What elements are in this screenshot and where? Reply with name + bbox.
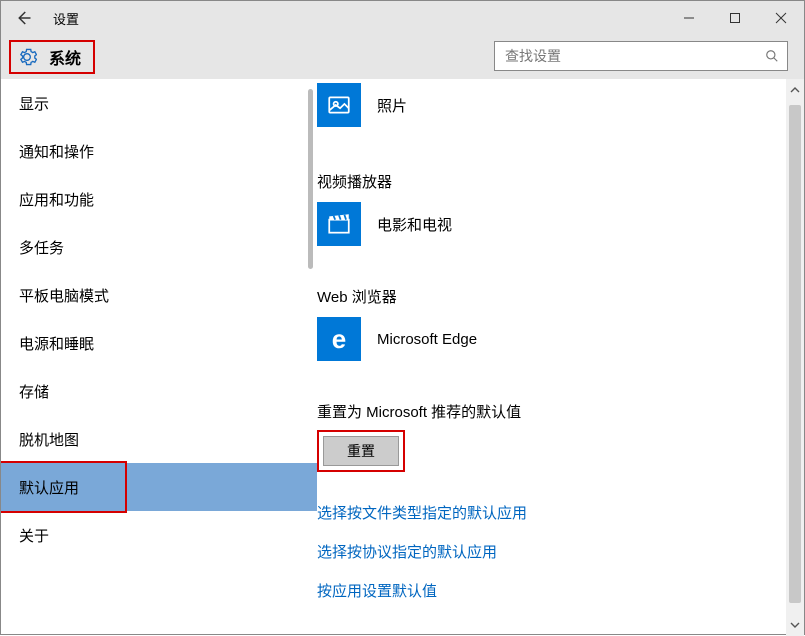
link-by-filetype[interactable]: 选择按文件类型指定的默认应用: [317, 502, 786, 523]
chevron-up-icon: [790, 85, 800, 95]
sidebar-scrollbar-thumb[interactable]: [308, 89, 313, 269]
photos-tile-icon: [317, 83, 361, 127]
search-box[interactable]: [494, 41, 788, 71]
sidebar-item-label: 默认应用: [19, 477, 79, 498]
edge-tile-icon: e: [317, 317, 361, 361]
default-app-photos-label: 照片: [377, 95, 407, 116]
default-app-web-label: Microsoft Edge: [377, 331, 477, 348]
back-button[interactable]: [1, 1, 45, 35]
link-by-protocol[interactable]: 选择按协议指定的默认应用: [317, 541, 786, 562]
sidebar-item-multitasking[interactable]: 多任务: [1, 223, 317, 271]
sidebar-item-label: 显示: [19, 93, 49, 114]
sidebar-scrollbar[interactable]: [305, 79, 317, 636]
reset-button[interactable]: 重置: [323, 436, 399, 466]
system-label: 系统: [49, 45, 81, 69]
minimize-button[interactable]: [666, 1, 712, 35]
sidebar-item-storage[interactable]: 存储: [1, 367, 317, 415]
header-row: 系统: [1, 35, 804, 79]
sidebar-item-offline-maps[interactable]: 脱机地图: [1, 415, 317, 463]
sidebar: 显示 通知和操作 应用和功能 多任务 平板电脑模式 电源和睡眠 存储 脱机地图 …: [1, 79, 317, 636]
sidebar-item-tablet-mode[interactable]: 平板电脑模式: [1, 271, 317, 319]
maximize-icon: [729, 12, 741, 24]
arrow-left-icon: [14, 9, 32, 27]
maximize-button[interactable]: [712, 1, 758, 35]
search-icon: [765, 49, 779, 63]
search-input[interactable]: [503, 47, 765, 65]
section-label-video: 视频播放器: [317, 171, 786, 192]
link-by-app-label: 按应用设置默认值: [317, 583, 437, 600]
content-scrollbar-thumb[interactable]: [789, 105, 801, 603]
sidebar-item-label: 电源和睡眠: [19, 333, 94, 354]
window-controls: [666, 1, 804, 35]
sidebar-item-display[interactable]: 显示: [1, 79, 317, 127]
sidebar-item-label: 存储: [19, 381, 49, 402]
highlight-box-reset: 重置: [317, 430, 405, 472]
close-button[interactable]: [758, 1, 804, 35]
section-label-web: Web 浏览器: [317, 286, 786, 307]
sidebar-item-label: 平板电脑模式: [19, 285, 109, 306]
content-scrollbar[interactable]: [786, 79, 804, 636]
sidebar-item-power-sleep[interactable]: 电源和睡眠: [1, 319, 317, 367]
sidebar-item-label: 通知和操作: [19, 141, 94, 162]
default-app-video[interactable]: 电影和电视: [317, 202, 786, 246]
scroll-down-button[interactable]: [786, 616, 804, 634]
sidebar-item-label: 多任务: [19, 237, 64, 258]
sidebar-item-label: 关于: [19, 525, 49, 546]
minimize-icon: [683, 12, 695, 24]
default-app-photos[interactable]: 照片: [317, 83, 786, 127]
sidebar-item-label: 应用和功能: [19, 189, 94, 210]
reset-section-label: 重置为 Microsoft 推荐的默认值: [317, 401, 786, 422]
default-app-video-label: 电影和电视: [377, 214, 452, 235]
link-by-app[interactable]: 按应用设置默认值: [317, 580, 786, 601]
chevron-down-icon: [790, 620, 800, 630]
sidebar-item-about[interactable]: 关于: [1, 511, 317, 559]
reset-button-label: 重置: [347, 441, 375, 461]
sidebar-item-label: 脱机地图: [19, 429, 79, 450]
link-by-filetype-label: 选择按文件类型指定的默认应用: [317, 505, 527, 522]
content-pane: 照片 视频播放器 电影和电视 Web 浏览器 e Microsoft Edge …: [317, 79, 804, 636]
close-icon: [775, 12, 787, 24]
gear-icon: [17, 47, 37, 67]
window-title: 设置: [45, 9, 79, 28]
sidebar-item-notifications[interactable]: 通知和操作: [1, 127, 317, 175]
sidebar-item-apps-features[interactable]: 应用和功能: [1, 175, 317, 223]
sidebar-item-default-apps[interactable]: 默认应用: [1, 463, 317, 511]
default-app-web[interactable]: e Microsoft Edge: [317, 317, 786, 361]
movies-tv-tile-icon: [317, 202, 361, 246]
system-header-highlight: 系统: [9, 40, 95, 74]
scroll-up-button[interactable]: [786, 81, 804, 99]
titlebar: 设置: [1, 1, 804, 35]
link-by-protocol-label: 选择按协议指定的默认应用: [317, 544, 497, 561]
